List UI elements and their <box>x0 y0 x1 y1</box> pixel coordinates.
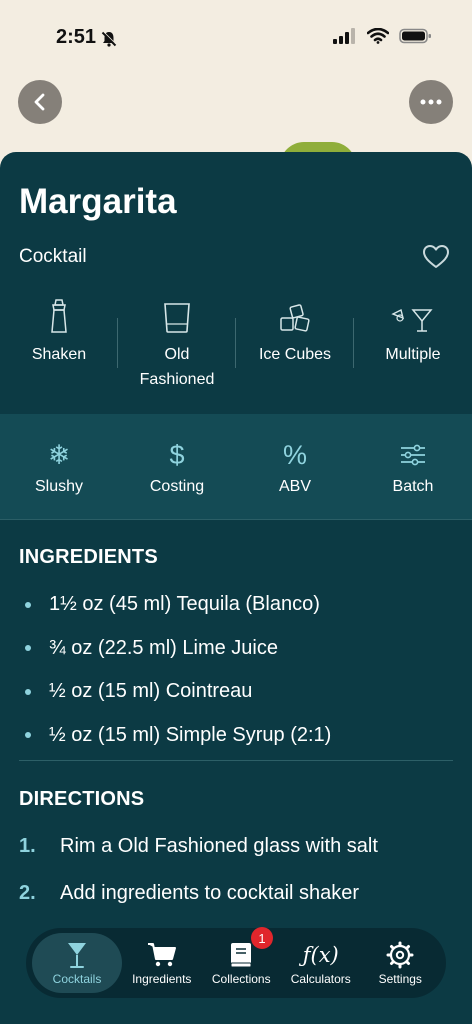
battery-icon <box>399 28 431 44</box>
tool-label: ABV <box>278 478 311 495</box>
tab-label: Ingredients <box>132 972 192 986</box>
recipe-properties: Shaken Old Fashioned Ice Cubes Multiple <box>0 294 472 394</box>
ingredient-item: 1½ oz (45 ml) Tequila (Blanco) <box>0 583 472 627</box>
ingredient-item: ¾ oz (22.5 ml) Lime Juice <box>0 627 472 671</box>
tab-label: Cocktails <box>52 972 102 986</box>
back-button[interactable] <box>18 80 62 124</box>
tab-label: Settings <box>378 972 422 986</box>
ingredient-item: ½ oz (15 ml) Cointreau <box>0 670 472 714</box>
sliders-icon <box>400 440 426 470</box>
abv-button[interactable]: % ABV <box>236 414 354 519</box>
garnish-glass-icon <box>391 308 433 332</box>
book-icon <box>230 943 252 968</box>
wifi-icon <box>367 28 389 44</box>
tool-label: Slushy <box>34 478 84 495</box>
tab-cocktails[interactable]: Cocktails <box>32 933 122 993</box>
tab-label: Collections <box>211 972 271 986</box>
ingredients-list: 1½ oz (45 ml) Tequila (Blanco) ¾ oz (22.… <box>0 583 472 757</box>
ingredient-text: ½ oz (15 ml) Simple Syrup (2:1) <box>49 723 332 746</box>
directions-list: 1. Rim a Old Fashioned glass with salt 2.… <box>0 823 472 917</box>
ingredient-text: 1½ oz (45 ml) Tequila (Blanco) <box>49 593 320 616</box>
gear-icon <box>386 941 414 969</box>
directions-heading: DIRECTIONS <box>19 788 145 810</box>
recipe-title: Margarita <box>19 182 177 221</box>
tab-label: Calculators <box>290 972 351 986</box>
property-label: Multiple <box>385 346 441 363</box>
ingredient-text: ¾ oz (22.5 ml) Lime Juice <box>49 636 278 659</box>
notification-badge: 1 <box>251 927 273 949</box>
slushy-button[interactable]: ❄ Slushy <box>0 414 118 519</box>
status-bar: 2:51 <box>0 0 472 80</box>
chevron-left-icon <box>34 93 45 111</box>
tab-bar: Cocktails Ingredients Collections 1 ƒ(x)… <box>26 927 446 998</box>
percent-icon: % <box>282 439 307 470</box>
tab-ingredients[interactable]: Ingredients <box>122 933 202 993</box>
heart-icon <box>423 245 449 268</box>
step-text: Rim a Old Fashioned glass with salt <box>60 835 378 857</box>
section-divider <box>19 760 453 761</box>
ingredients-heading: INGREDIENTS <box>19 546 158 568</box>
ice-cubes-icon <box>280 304 310 332</box>
step-number: 1. <box>19 835 36 857</box>
dollar-icon: $ <box>169 439 185 470</box>
ellipsis-icon <box>420 99 442 105</box>
status-time: 2:51 <box>56 26 97 48</box>
bullet <box>25 645 31 652</box>
property-glass: Old Fashioned <box>118 294 236 394</box>
direction-step: 2. Add ingredients to cocktail shaker <box>0 870 472 917</box>
cellular-signal-icon <box>333 28 355 44</box>
tool-label: Costing <box>149 478 205 495</box>
recipe-sheet: Margarita Cocktail Shaken Old Fashioned … <box>0 152 472 1024</box>
tab-collections[interactable]: Collections 1 <box>202 927 282 993</box>
step-text: Add ingredients to cocktail shaker <box>60 882 360 904</box>
tab-calculators[interactable]: ƒ(x) Calculators <box>281 933 361 993</box>
tool-label: Batch <box>392 478 434 495</box>
bullet <box>25 601 31 608</box>
property-garnish: Multiple <box>354 294 472 394</box>
direction-step: 1. Rim a Old Fashioned glass with salt <box>0 823 472 870</box>
favorite-button[interactable] <box>422 244 450 275</box>
batch-button[interactable]: Batch <box>354 414 472 519</box>
bullet <box>25 732 31 739</box>
bullet <box>25 688 31 695</box>
old-fashioned-glass-icon <box>164 303 190 333</box>
tools-band: ❄ Slushy $ Costing % ABV Batch <box>0 414 472 520</box>
shaker-icon <box>51 299 67 333</box>
property-label: Ice Cubes <box>258 346 332 363</box>
tab-settings[interactable]: Settings <box>361 933 441 993</box>
silent-mode-icon <box>101 31 117 47</box>
snowflake-icon: ❄ <box>47 439 71 470</box>
ingredient-item: ½ oz (15 ml) Simple Syrup (2:1) <box>0 714 472 758</box>
property-method: Shaken <box>0 294 118 394</box>
property-label: Shaken <box>31 346 87 363</box>
recipe-category: Cocktail <box>19 246 87 267</box>
ingredient-text: ½ oz (15 ml) Cointreau <box>49 680 253 703</box>
function-icon: ƒ(x) <box>302 943 339 967</box>
property-ice: Ice Cubes <box>236 294 354 394</box>
costing-button[interactable]: $ Costing <box>118 414 236 519</box>
step-number: 2. <box>19 882 36 904</box>
cart-icon <box>147 943 176 967</box>
property-label: Old Fashioned <box>139 346 215 388</box>
more-options-button[interactable] <box>409 80 453 124</box>
cocktail-glass-icon <box>68 943 86 968</box>
